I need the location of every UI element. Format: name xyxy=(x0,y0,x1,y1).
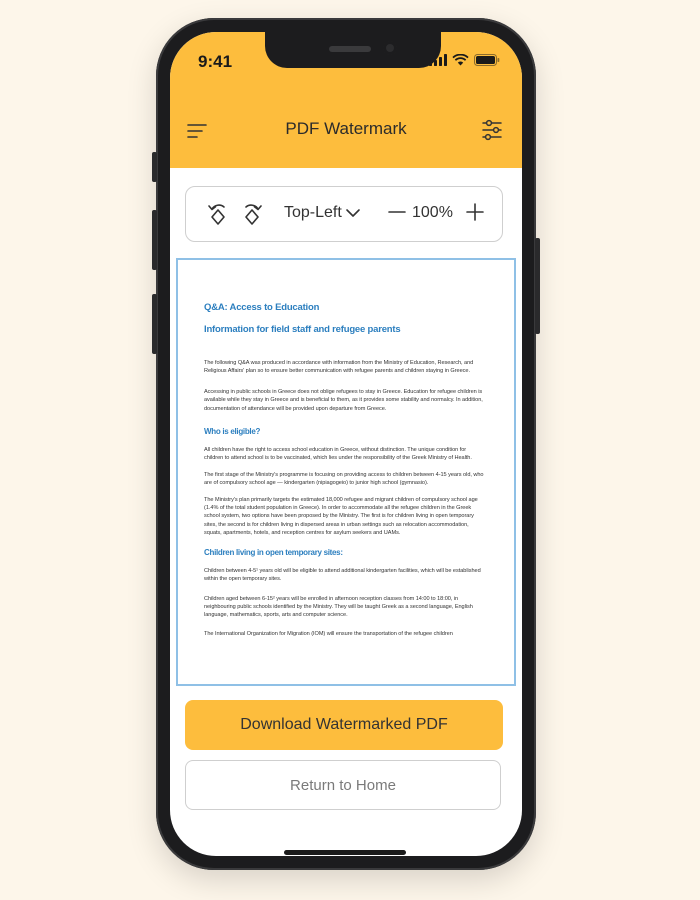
status-icons xyxy=(429,54,500,66)
volume-up-button xyxy=(152,210,157,270)
rotate-right-icon[interactable] xyxy=(238,200,266,228)
doc-paragraph: The following Q&A was produced in accord… xyxy=(204,360,474,375)
position-select[interactable]: Top-Left xyxy=(284,204,342,222)
minus-icon[interactable] xyxy=(386,201,408,223)
zoom-level: 100% xyxy=(412,204,453,221)
speaker xyxy=(329,46,371,52)
status-time: 9:41 xyxy=(198,52,233,71)
doc-paragraph: The Ministry's plan primarily targets th… xyxy=(204,496,478,537)
filter-settings-icon[interactable] xyxy=(480,118,504,142)
volume-down-button xyxy=(152,294,157,354)
doc-paragraph: The International Organization for Migra… xyxy=(204,630,453,637)
doc-paragraph: Children between 4-5¹ years old will be … xyxy=(204,567,481,583)
pdf-page-content: Q&A: Access to Education Information for… xyxy=(204,302,486,646)
phone-screen: 9:41 PDF Watermark Top-Left 100% Q&A: Ac… xyxy=(170,32,522,856)
title-bar: PDF Watermark xyxy=(170,114,522,148)
rotate-left-icon[interactable] xyxy=(204,200,232,228)
pdf-preview[interactable]: Q&A: Access to Education Information for… xyxy=(176,258,516,686)
doc-section-heading: Who is eligible? xyxy=(204,427,261,437)
wifi-icon xyxy=(452,54,469,66)
doc-paragraph: The first stage of the Ministry's progra… xyxy=(204,471,484,487)
front-camera xyxy=(383,41,397,55)
mute-switch xyxy=(152,152,157,182)
doc-subheading: Information for field staff and refugee … xyxy=(204,324,401,335)
home-indicator xyxy=(284,850,406,855)
power-button xyxy=(535,238,540,334)
phone-frame: 9:41 PDF Watermark Top-Left 100% Q&A: Ac… xyxy=(152,18,540,870)
notch xyxy=(265,32,441,68)
doc-paragraph: All children have the right to access sc… xyxy=(204,447,472,462)
download-watermarked-pdf-button[interactable]: Download Watermarked PDF xyxy=(185,700,503,750)
doc-paragraph: Accessing in public schools in Greece do… xyxy=(204,388,483,412)
page-title: PDF Watermark xyxy=(285,119,407,138)
battery-icon xyxy=(474,54,500,66)
doc-paragraph: Children aged between 6-15² years will b… xyxy=(204,595,473,619)
plus-icon[interactable] xyxy=(464,201,486,223)
doc-section-heading: Children living in open temporary sites: xyxy=(204,547,343,557)
chevron-down-icon[interactable] xyxy=(344,204,362,222)
return-to-home-button[interactable]: Return to Home xyxy=(185,760,501,810)
watermark-toolbar: Top-Left 100% xyxy=(185,186,503,242)
doc-heading: Q&A: Access to Education xyxy=(204,302,320,313)
